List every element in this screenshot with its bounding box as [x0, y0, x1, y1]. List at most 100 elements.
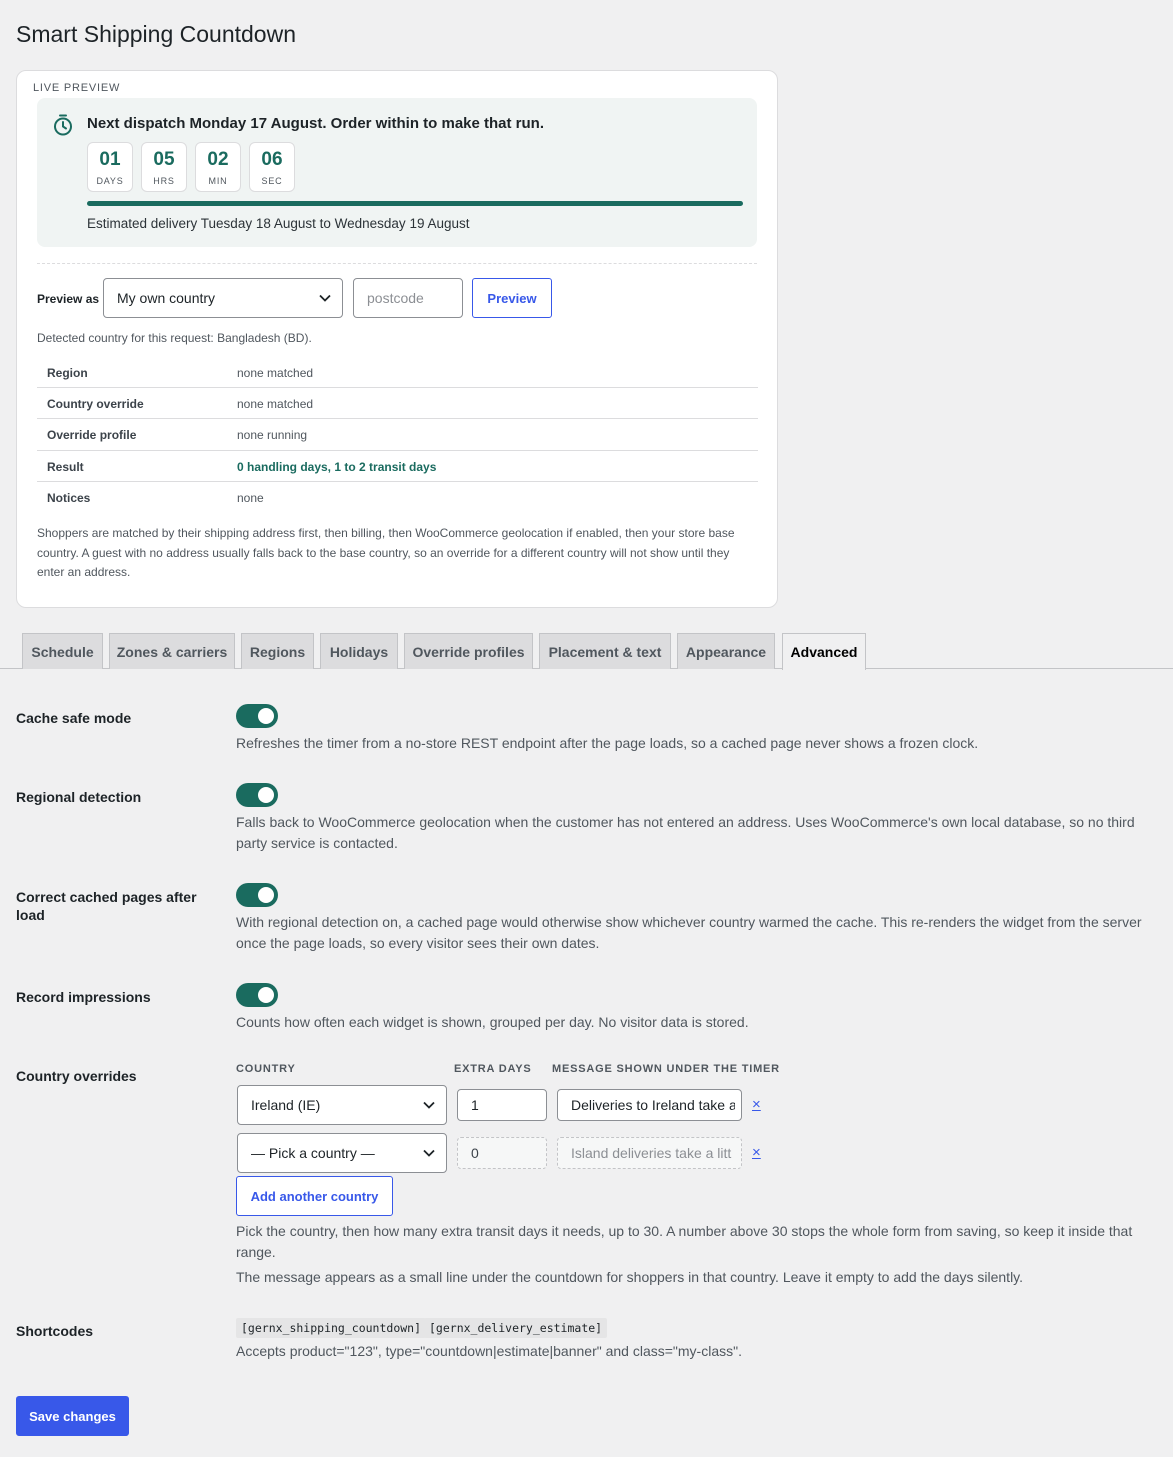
table-row: Country override none matched [37, 388, 758, 420]
remove-override-link[interactable]: × [752, 1096, 761, 1113]
chevron-down-icon [319, 294, 331, 302]
override-country-select[interactable]: Ireland (IE) [237, 1085, 447, 1125]
chevron-down-icon [423, 1149, 435, 1157]
record-impressions-toggle[interactable] [236, 983, 278, 1007]
toggle-knob [258, 708, 274, 724]
diagnostic-value: none matched [237, 366, 314, 380]
overrides-help-days: Pick the country, then how many extra tr… [236, 1223, 1133, 1260]
delivery-estimate: Estimated delivery Tuesday 18 August to … [87, 216, 470, 231]
tab-holidays[interactable]: Holidays [320, 633, 398, 669]
preview-country-select[interactable]: My own country [103, 278, 343, 318]
page-title: Smart Shipping Countdown [16, 21, 296, 47]
table-row: Notices none [37, 482, 758, 513]
diagnostic-value: none running [237, 428, 308, 443]
toggle-knob [258, 887, 274, 903]
extra-days-input[interactable]: 0 [457, 1137, 547, 1169]
save-changes-button[interactable]: Save changes [16, 1396, 129, 1436]
diagnostic-value: none matched [237, 397, 314, 412]
shortcode-countdown: [gernx_shipping_countdown] [236, 1318, 427, 1338]
regional-detection-description: Falls back to WooCommerce geolocation wh… [236, 814, 1135, 851]
countdown-banner: Next dispatch Monday 17 August. Order wi… [37, 98, 757, 247]
diagnostics-table: Region none matched Country override none … [37, 357, 758, 513]
countdown-unit-label: MIN [208, 176, 228, 186]
shortcodes-description: Accepts product="123", type="countdown|e… [236, 1343, 742, 1359]
tab-regions[interactable]: Regions [241, 633, 314, 669]
dispatch-headline: Next dispatch Monday 17 August. Order wi… [87, 115, 545, 132]
override-message-input[interactable]: Island deliveries take a litt [557, 1137, 742, 1169]
remove-override-link[interactable]: × [752, 1144, 761, 1161]
countdown-value: 06 [261, 149, 283, 170]
correct-cached-toggle[interactable] [236, 883, 278, 907]
tab-placement-text[interactable]: Placement & text [539, 633, 671, 669]
stopwatch-icon [54, 114, 72, 136]
record-impressions-label: Record impressions [16, 989, 151, 1005]
diagnostic-key: Country override [47, 397, 144, 412]
table-row: Override profile none running [37, 419, 758, 451]
countdown-days: 01 DAYS [87, 142, 133, 192]
diagnostic-key: Override profile [47, 428, 137, 443]
countdown-progress-bar [87, 201, 743, 206]
override-message-value: Deliveries to Ireland take a [571, 1097, 735, 1113]
record-impressions-description: Counts how often each widget is shown, g… [236, 1014, 749, 1030]
diagnostic-key: Result [47, 459, 84, 474]
countdown-hours: 05 HRS [141, 142, 187, 192]
preview-country-value: My own country [117, 290, 216, 306]
preview-button[interactable]: Preview [472, 278, 552, 318]
table-row: Result 0 handling days, 1 to 2 transit da… [37, 451, 758, 482]
preview-as-label: Preview as [37, 292, 100, 306]
countdown-unit-label: HRS [153, 176, 175, 186]
countdown-units: 01 DAYS 05 HRS 02 MIN 06 SEC [87, 142, 295, 192]
table-row: Region none matched [37, 357, 758, 389]
correct-cached-description: With regional detection on, a cached pag… [236, 914, 1142, 951]
regional-detection-label: Regional detection [16, 789, 142, 805]
shortcodes-label: Shortcodes [16, 1323, 94, 1339]
live-preview-label: LIVE PREVIEW [33, 82, 121, 94]
tab-zones-carriers[interactable]: Zones & carriers [109, 633, 235, 669]
regional-detection-toggle[interactable] [236, 783, 278, 807]
column-header-extra-days: EXTRA DAYS [454, 1063, 532, 1075]
countdown-value: 02 [207, 149, 229, 170]
divider [37, 263, 757, 264]
override-country-select[interactable]: — Pick a country — [237, 1133, 447, 1173]
extra-days-value: 1 [471, 1097, 479, 1113]
shortcode-estimate: [gernx_delivery_estimate] [424, 1318, 608, 1338]
toggle-knob [258, 987, 274, 1003]
extra-days-value: 0 [471, 1145, 479, 1161]
chevron-down-icon [423, 1101, 435, 1109]
tab-advanced[interactable]: Advanced [782, 633, 866, 670]
postcode-input[interactable]: postcode [353, 278, 463, 318]
countdown-unit-label: DAYS [96, 176, 124, 186]
extra-days-input[interactable]: 1 [457, 1089, 547, 1121]
override-message-placeholder: Island deliveries take a litt [571, 1145, 732, 1161]
countdown-value: 01 [99, 149, 121, 170]
diagnostic-result-value: 0 handling days, 1 to 2 transit days [237, 459, 437, 474]
cache-safe-label: Cache safe mode [16, 710, 132, 726]
country-overrides-label: Country overrides [16, 1068, 137, 1084]
correct-cached-label: Correct cached pages after load [16, 889, 197, 923]
countdown-value: 05 [153, 149, 175, 170]
countdown-seconds: 06 SEC [249, 142, 295, 192]
tab-appearance[interactable]: Appearance [677, 633, 775, 669]
add-country-button[interactable]: Add another country [236, 1176, 393, 1216]
countdown-minutes: 02 MIN [195, 142, 241, 192]
postcode-placeholder: postcode [367, 290, 424, 306]
override-country-value: Ireland (IE) [251, 1097, 321, 1113]
settings-tabs: Schedule Zones & carriers Regions Holida… [0, 633, 1173, 670]
override-message-input[interactable]: Deliveries to Ireland take a [557, 1089, 742, 1121]
column-header-country: COUNTRY [236, 1063, 296, 1075]
override-country-value: — Pick a country — [251, 1145, 375, 1161]
matching-note: Shoppers are matched by their shipping a… [37, 526, 735, 579]
countdown-unit-label: SEC [261, 176, 283, 186]
toggle-knob [258, 787, 274, 803]
live-preview-card: LIVE PREVIEW Next dispatch Monday 17 Aug… [16, 70, 778, 608]
diagnostic-key: Region [47, 366, 88, 380]
overrides-help-message: The message appears as a small line unde… [236, 1269, 1024, 1285]
cache-safe-description: Refreshes the timer from a no-store REST… [236, 735, 979, 751]
column-header-message: MESSAGE SHOWN UNDER THE TIMER [552, 1063, 780, 1075]
cache-safe-toggle[interactable] [236, 704, 278, 728]
diagnostic-key: Notices [47, 490, 91, 505]
detected-country-text: Detected country for this request: Bangl… [37, 331, 312, 345]
tab-schedule[interactable]: Schedule [22, 633, 103, 669]
tab-override-profiles[interactable]: Override profiles [404, 633, 533, 669]
diagnostic-value: none [237, 490, 264, 505]
